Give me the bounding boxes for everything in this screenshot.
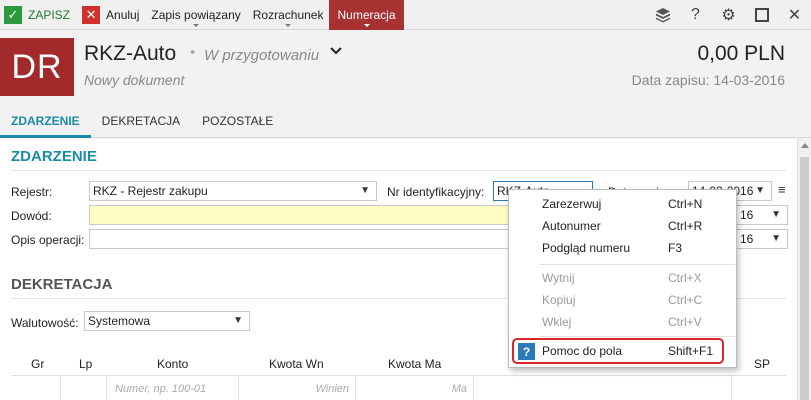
menu-item-cut: Wytnij Ctrl+X [509, 267, 736, 289]
vertical-scrollbar[interactable] [797, 139, 811, 400]
tab-bar: ZDARZENIE DEKRETACJA POZOSTAŁE [0, 104, 811, 138]
toolbar: ✓ ZAPISZ ✕ Anuluj Zapis powiązany Rozrac… [0, 0, 811, 30]
menu-item-shortcut: F3 [668, 241, 683, 255]
box-icon[interactable] [646, 0, 679, 30]
gear-icon[interactable]: ⚙ [712, 0, 745, 30]
date2-value: 16 [740, 208, 754, 222]
divider [11, 170, 786, 171]
cell-tresc[interactable] [474, 376, 732, 400]
column-header-konto[interactable]: Konto [157, 357, 188, 371]
column-header-lp[interactable]: Lp [79, 357, 92, 371]
close-window-icon[interactable]: ✕ [778, 0, 811, 30]
chevron-down-icon: ▼ [360, 185, 370, 196]
date2-field[interactable]: 16 ▼ [736, 205, 788, 225]
proof-input[interactable] [89, 205, 509, 225]
credit-input[interactable]: Ma [356, 376, 474, 400]
context-menu: Zarezerwuj Ctrl+N Autonumer Ctrl+R Podgl… [508, 189, 737, 368]
chevron-down-icon[interactable] [330, 44, 342, 59]
menu-item-label: Wklej [542, 315, 572, 329]
column-header-gr[interactable]: Gr [31, 357, 44, 371]
menu-separator [539, 264, 735, 265]
menu-item-shortcut: Ctrl+R [668, 219, 703, 233]
cell-lp[interactable] [61, 376, 107, 400]
save-label: ZAPISZ [28, 7, 71, 22]
register-value: RKZ - Rejestr zakupu [93, 184, 208, 198]
menu-item-shortcut: Ctrl+N [668, 197, 703, 211]
save-button[interactable]: ✓ ZAPISZ [0, 0, 76, 30]
currency-select[interactable]: Systemowa ▼ [84, 311, 250, 331]
menu-item-autonumber[interactable]: Autonumer Ctrl+R [509, 215, 736, 237]
document-title: RKZ-Auto [84, 42, 177, 65]
section-title-decree: DEKRETACJA [11, 276, 113, 293]
tab-pozostale[interactable]: POZOSTAŁE [191, 104, 284, 138]
currency-value: Systemowa [88, 314, 151, 328]
scrollbar-thumb[interactable] [800, 157, 809, 400]
menu-item-paste: Wklej Ctrl+V [509, 311, 736, 333]
proof-label: Dowód: [11, 209, 52, 223]
menu-item-preview-number[interactable]: Podgląd numeru F3 [509, 237, 736, 259]
menu-item-shortcut: Ctrl+X [668, 271, 702, 285]
section-title-event: ZDARZENIE [11, 148, 97, 165]
menu-item-label: Wytnij [542, 271, 575, 285]
document-subtitle: Nowy dokument [84, 72, 185, 88]
chevron-down-icon: ▼ [755, 185, 765, 196]
document-type-badge: DR [0, 38, 74, 96]
menu-item-shortcut: Ctrl+C [668, 293, 703, 307]
description-label: Opis operacji: [11, 233, 85, 247]
highlight-box [512, 338, 724, 364]
menu-item-label: Podgląd numeru [542, 241, 631, 255]
tab-zdarzenie[interactable]: ZDARZENIE [0, 104, 91, 138]
numbering-button[interactable]: Numeracja [329, 0, 404, 30]
menu-item-label: Kopiuj [542, 293, 576, 307]
cell-gr[interactable] [11, 376, 61, 400]
register-label: Rejestr: [11, 185, 53, 199]
cell-sp[interactable] [732, 376, 786, 400]
document-date: Data zapisu: 14-03-2016 [631, 72, 785, 88]
document-amount: 0,00 PLN [697, 42, 785, 65]
id-label: Nr identyfikacyjny: [387, 185, 485, 199]
document-status[interactable]: W przygotowaniu [204, 47, 319, 64]
tab-dekretacja[interactable]: DEKRETACJA [91, 104, 191, 138]
menu-item-copy: Kopiuj Ctrl+C [509, 289, 736, 311]
cancel-button[interactable]: ✕ Anuluj [76, 0, 145, 30]
menu-item-reserve[interactable]: Zarezerwuj Ctrl+N [509, 193, 736, 215]
menu-item-label: Zarezerwuj [542, 197, 602, 211]
status-separator: • [190, 44, 196, 61]
help-icon[interactable]: ? [679, 0, 712, 30]
menu-item-label: Autonumer [542, 219, 601, 233]
account-input[interactable]: Numer, np. 100-01 [107, 376, 239, 400]
linked-entry-button[interactable]: Zapis powiązany [145, 0, 246, 30]
chevron-down-icon: ▼ [771, 233, 781, 244]
column-header-kwota-ma[interactable]: Kwota Ma [388, 357, 441, 371]
menu-item-shortcut: Ctrl+V [668, 315, 702, 329]
register-select[interactable]: RKZ - Rejestr zakupu ▼ [89, 181, 377, 201]
menu-icon[interactable]: ≡ [778, 182, 786, 197]
cancel-label: Anuluj [106, 7, 140, 22]
chevron-down-icon: ▼ [233, 315, 243, 326]
chevron-down-icon: ▼ [771, 209, 781, 220]
close-icon: ✕ [82, 5, 101, 24]
debit-input[interactable]: Winien [239, 376, 356, 400]
checkmark-icon: ✓ [4, 5, 22, 24]
maximize-icon[interactable] [745, 0, 778, 30]
menu-separator [539, 336, 735, 337]
table-row[interactable]: Numer, np. 100-01 Winien Ma [11, 375, 786, 400]
column-header-kwota-wn[interactable]: Kwota Wn [269, 357, 324, 371]
description-input[interactable] [89, 229, 509, 249]
document-header: DR RKZ-Auto • W przygotowaniu Nowy dokum… [0, 30, 811, 104]
date3-field[interactable]: 16 ▼ [736, 229, 788, 249]
column-header-sp[interactable]: SP [754, 357, 770, 371]
scroll-up-icon[interactable] [801, 143, 809, 148]
currency-label: Walutowość: [11, 316, 79, 330]
date3-value: 16 [740, 232, 754, 246]
settlement-button[interactable]: Rozrachunek [247, 0, 330, 30]
